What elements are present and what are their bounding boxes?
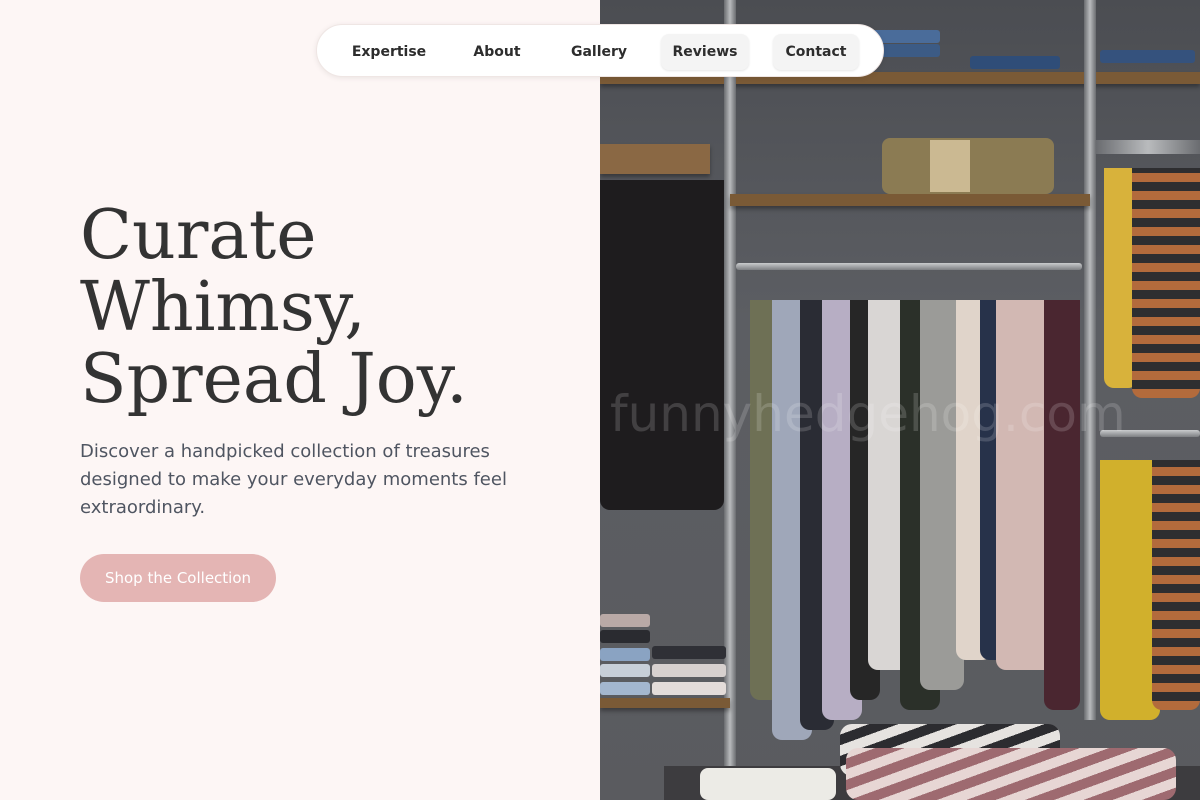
- photo-watermark: funnyhedgehog.com: [610, 385, 1126, 443]
- headline-line-2: Whimsy,: [80, 268, 366, 347]
- photo-pipe: [1096, 140, 1200, 154]
- photo-bag-stripe: [930, 140, 970, 192]
- hero-left-panel: Curate Whimsy, Spread Joy. Discover a ha…: [0, 0, 600, 800]
- photo-garment-stripe-lower: [1152, 460, 1200, 710]
- nav-reviews[interactable]: Reviews: [661, 34, 749, 70]
- main-nav: Expertise About Gallery Reviews Contact: [316, 24, 884, 77]
- photo-garment-yellow-lower: [1100, 460, 1160, 720]
- photo-folded-shirt: [600, 614, 650, 627]
- shop-collection-button[interactable]: Shop the Collection: [80, 554, 276, 602]
- photo-folded-shirt: [652, 682, 726, 695]
- photo-folded-shirt: [652, 646, 726, 659]
- photo-garment-orange-stripe: [1132, 168, 1200, 398]
- photo-folded-white-print: [700, 768, 836, 800]
- photo-folded-jeans: [970, 56, 1060, 69]
- photo-garment-burgundy: [1044, 300, 1080, 710]
- hero-photo-clothing-store: funnyhedgehog.com: [600, 0, 1200, 800]
- hero-headline: Curate Whimsy, Spread Joy.: [80, 200, 580, 416]
- photo-folded-shirt: [600, 648, 650, 661]
- hero-subtext: Discover a handpicked collection of trea…: [80, 441, 507, 518]
- nav-about[interactable]: About: [459, 34, 535, 70]
- nav-expertise[interactable]: Expertise: [341, 34, 437, 70]
- photo-pipe: [1084, 0, 1096, 720]
- photo-shelf-middle: [730, 194, 1090, 206]
- nav-gallery[interactable]: Gallery: [559, 34, 639, 70]
- photo-folded-jeans: [1100, 50, 1195, 63]
- headline-line-3: Spread Joy.: [80, 340, 468, 419]
- photo-clothes-rail: [736, 263, 1082, 270]
- photo-black-floral-dress: [600, 180, 724, 510]
- photo-striped-knit-pink: [846, 748, 1176, 800]
- photo-folded-shirt: [652, 664, 726, 677]
- photo-folded-shirt: [600, 664, 650, 677]
- photo-shelf-bottom: [600, 698, 730, 708]
- photo-folded-shirt: [600, 630, 650, 643]
- headline-line-1: Curate: [80, 196, 317, 275]
- photo-folded-shirt: [600, 682, 650, 695]
- nav-contact[interactable]: Contact: [773, 34, 859, 70]
- photo-hook-board: [600, 144, 710, 174]
